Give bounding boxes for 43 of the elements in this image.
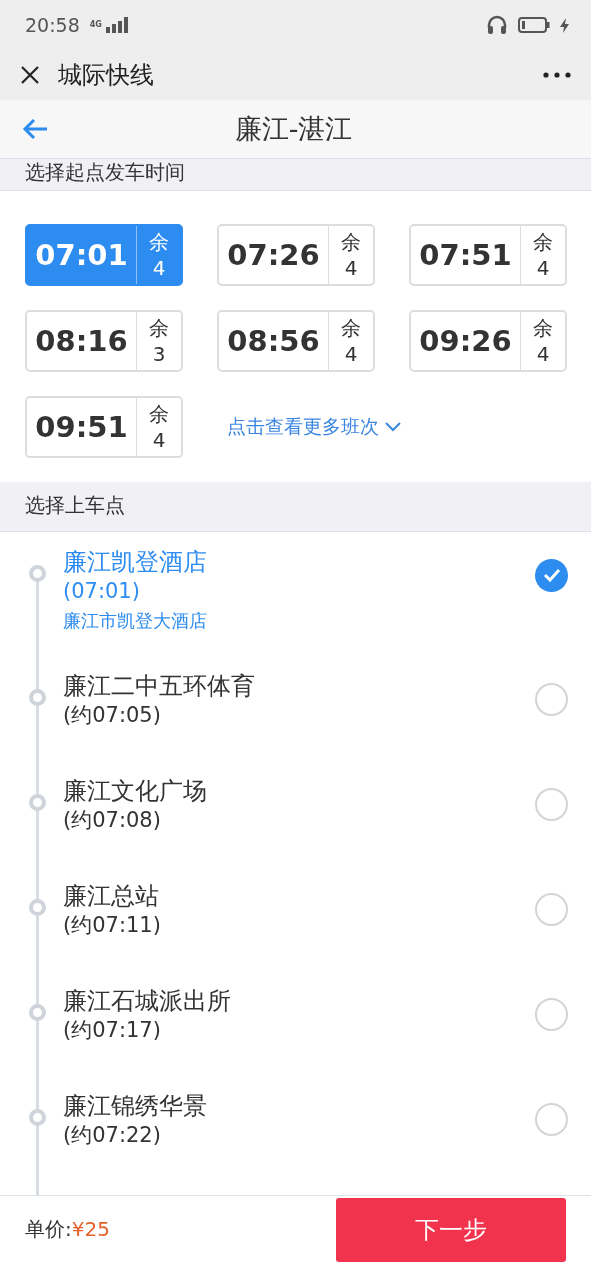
- charging-icon: [560, 17, 569, 33]
- signal-icon: [105, 17, 128, 34]
- app-title: 城际快线: [58, 60, 155, 92]
- stop-radio[interactable]: [535, 997, 568, 1031]
- stop-time: (约07:05): [63, 701, 162, 729]
- departure-time-option[interactable]: 08:56 余 4: [217, 309, 375, 372]
- more-schedules-link[interactable]: 点击查看更多班次: [217, 413, 567, 440]
- more-icon[interactable]: [543, 72, 571, 79]
- stop-address: 廉江市凯登大酒店: [63, 608, 208, 633]
- stop-radio[interactable]: [535, 682, 568, 716]
- status-time: 20:58: [25, 14, 80, 37]
- departure-time-option[interactable]: 07:51 余 4: [409, 223, 567, 286]
- battery-icon: [518, 17, 550, 34]
- section-title: 选择上车点: [0, 481, 591, 532]
- stop-time: (07:01): [63, 577, 141, 605]
- close-icon[interactable]: [20, 65, 40, 86]
- stop-time: (约07:22): [63, 1121, 162, 1149]
- departure-time-option[interactable]: 08:16 余 3: [25, 309, 183, 372]
- stop-radio[interactable]: [535, 892, 568, 926]
- unit-price: 单价:¥25: [25, 1216, 111, 1244]
- stop-name: 廉江锦绣华景: [63, 1090, 208, 1122]
- chevron-down-icon: [385, 421, 401, 432]
- stop-time: (约07:17): [63, 1016, 162, 1044]
- back-icon[interactable]: [22, 117, 48, 140]
- network-type: 4G: [89, 20, 102, 29]
- stop-radio[interactable]: [535, 787, 568, 821]
- headphones-icon: [486, 14, 508, 37]
- checkmark-icon: [542, 568, 561, 583]
- route-title: 廉江-湛江: [233, 111, 354, 146]
- departure-time-option[interactable]: 07:26 余 4: [217, 223, 375, 286]
- departure-time-option[interactable]: 09:26 余 4: [409, 309, 567, 372]
- stop-radio[interactable]: [535, 558, 568, 592]
- stop-name: 廉江二中五环体育: [63, 670, 256, 702]
- stop-time: (约07:08): [63, 806, 162, 834]
- stop-radio[interactable]: [535, 1102, 568, 1136]
- stop-name: 廉江凯登酒店: [63, 546, 208, 578]
- stop-name: 廉江总站: [63, 880, 160, 912]
- stop-name: 廉江石城派出所: [63, 985, 232, 1017]
- stop-name: 廉江文化广场: [63, 775, 208, 807]
- stop-time: (约07:11): [63, 911, 162, 939]
- next-button[interactable]: 下一步: [336, 1197, 566, 1262]
- section-title: 选择起点发车时间: [0, 158, 591, 191]
- departure-time-option[interactable]: 09:51 余 4: [25, 395, 183, 458]
